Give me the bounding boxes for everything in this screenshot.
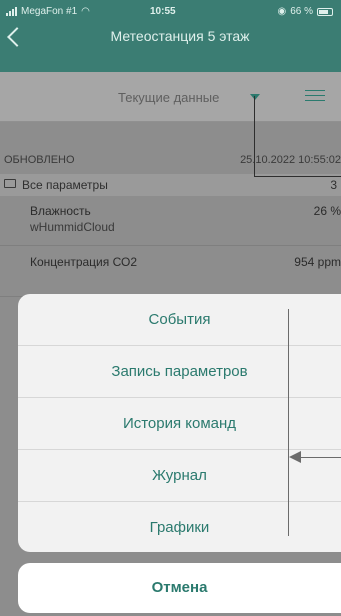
- carrier-label: MegaFon #1: [21, 6, 78, 17]
- signal-icon: [6, 7, 17, 16]
- all-params-row[interactable]: Все параметры 3: [0, 174, 341, 196]
- back-icon[interactable]: [7, 27, 27, 47]
- annotation-line: [254, 176, 341, 177]
- action-parameter-record[interactable]: Запись параметров: [18, 346, 341, 398]
- updated-label: ОБНОВЛЕНО: [4, 154, 75, 166]
- wifi-icon: ◠: [81, 6, 90, 17]
- action-events[interactable]: События: [18, 294, 341, 346]
- arrow-left-icon: [289, 451, 301, 463]
- param-name: Влажность: [30, 204, 91, 218]
- action-charts[interactable]: Графики: [18, 502, 341, 552]
- cancel-button[interactable]: Отмена: [18, 563, 341, 613]
- param-name: Концентрация СО2: [30, 255, 137, 269]
- app-header: MegaFon #1 ◠ 10:55 ◉ 66 % Метеостанция 5…: [0, 0, 341, 72]
- param-value: 26 %: [313, 204, 341, 218]
- battery-label: 66 %: [290, 6, 313, 17]
- updated-value: 25.10.2022 10:55:02: [240, 154, 341, 166]
- annotation-line: [300, 457, 341, 458]
- filter-icon[interactable]: [305, 88, 325, 102]
- list-item[interactable]: Концентрация СО2 954 ppm: [0, 247, 341, 297]
- list-item[interactable]: Влажность wHummidCloud 26 %: [0, 196, 341, 246]
- data-selector[interactable]: Текущие данные: [0, 72, 341, 122]
- param-value: 954 ppm: [294, 255, 341, 269]
- all-params-count: 3: [330, 178, 337, 192]
- action-command-history[interactable]: История команд: [18, 398, 341, 450]
- status-time: 10:55: [150, 6, 176, 17]
- param-sub: wHummidCloud: [30, 220, 115, 234]
- status-bar: MegaFon #1 ◠ 10:55 ◉ 66 %: [0, 0, 341, 26]
- annotation-line: [254, 96, 255, 176]
- folder-icon: [4, 179, 16, 188]
- data-selector-label[interactable]: Текущие данные: [118, 90, 219, 105]
- chevron-down-icon[interactable]: [250, 94, 260, 100]
- page-title: Метеостанция 5 этаж: [110, 28, 250, 44]
- all-params-label: Все параметры: [22, 178, 108, 192]
- battery-icon: [317, 7, 333, 16]
- annotation-line: [288, 309, 289, 536]
- alarm-icon: ◉: [277, 6, 287, 17]
- action-sheet: События Запись параметров История команд…: [18, 294, 341, 552]
- updated-row: ОБНОВЛЕНО 25.10.2022 10:55:02: [0, 150, 341, 174]
